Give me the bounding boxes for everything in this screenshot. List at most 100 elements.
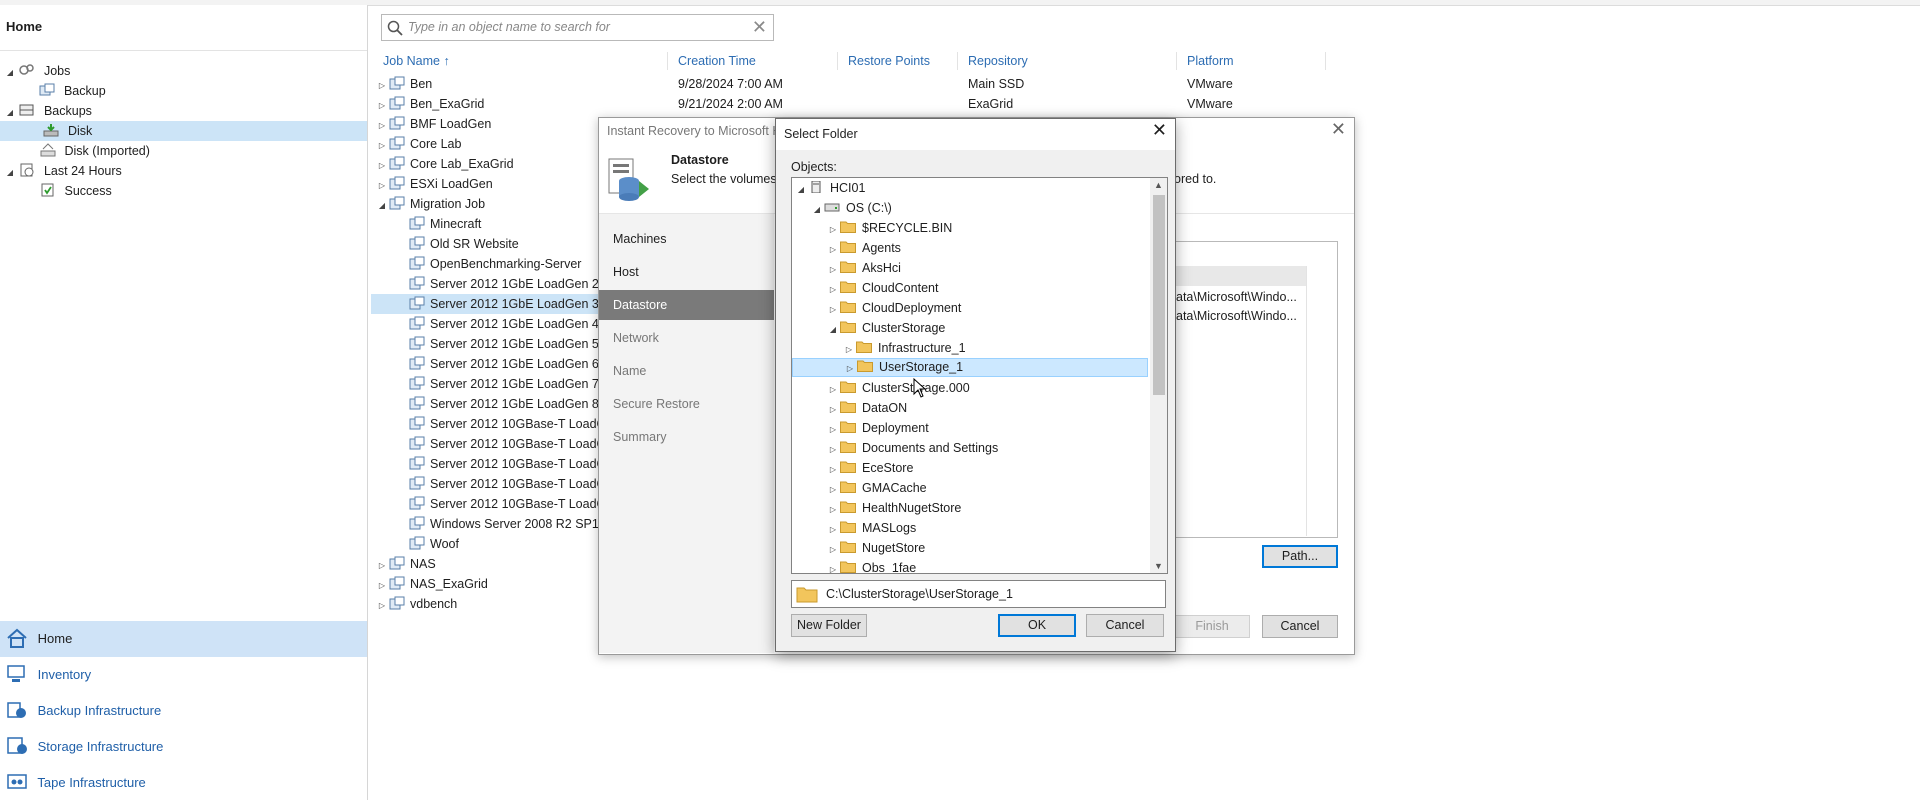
- expand-arrow-icon[interactable]: ▷: [826, 460, 840, 480]
- column-header-creation-time[interactable]: Creation Time: [678, 54, 756, 68]
- nav-inventory[interactable]: Inventory: [0, 657, 367, 693]
- expand-arrow-icon[interactable]: ▷: [826, 280, 840, 300]
- expand-arrow-icon[interactable]: ◢: [810, 200, 824, 220]
- expand-arrow-icon[interactable]: ▷: [826, 440, 840, 460]
- folder-tree-item[interactable]: ◢ HCI01: [792, 178, 1148, 198]
- tree-item-last-24-hours[interactable]: ◢ Last 24 Hours: [4, 161, 364, 181]
- grid-row[interactable]: ata\Microsoft\Windo...: [1176, 287, 1297, 307]
- expand-arrow-icon[interactable]: ▷: [826, 420, 840, 440]
- folder-tree-item[interactable]: ▷ AksHci: [792, 258, 1148, 278]
- backup-job-icon: [409, 476, 425, 490]
- expand-arrow-icon[interactable]: ▷: [375, 136, 389, 156]
- scrollbar-thumb[interactable]: [1153, 195, 1165, 395]
- folder-tree-item[interactable]: ◢ OS (C:\): [792, 198, 1148, 218]
- expand-arrow-icon[interactable]: ▷: [375, 556, 389, 576]
- table-row[interactable]: Server 2012 1GbE LoadGen 3: [371, 294, 599, 314]
- expand-arrow-icon[interactable]: ▷: [375, 176, 389, 196]
- expand-arrow-icon[interactable]: ▷: [375, 116, 389, 136]
- expand-arrow-icon[interactable]: ▷: [843, 360, 857, 377]
- clear-search-icon[interactable]: ✕: [752, 17, 767, 38]
- expand-arrow-icon[interactable]: ▷: [375, 76, 389, 96]
- expand-arrow-icon[interactable]: ◢: [4, 103, 16, 123]
- expand-arrow-icon[interactable]: ▷: [842, 340, 856, 360]
- grid-row[interactable]: ata\Microsoft\Windo...: [1176, 306, 1297, 326]
- tree-item-disk-imported[interactable]: Disk (Imported): [40, 141, 364, 161]
- expand-arrow-icon[interactable]: ▷: [826, 220, 840, 240]
- vertical-scrollbar[interactable]: ▲ ▼: [1150, 178, 1167, 573]
- finish-button[interactable]: Finish: [1174, 615, 1250, 638]
- folder-tree-item[interactable]: ▷ GMACache: [792, 478, 1148, 498]
- column-header-platform[interactable]: Platform: [1187, 54, 1234, 68]
- expand-arrow-icon[interactable]: ◢: [4, 163, 16, 183]
- folder-tree-item[interactable]: ▷ClusterStorage.000: [792, 378, 1148, 398]
- expand-arrow-icon[interactable]: ▷: [375, 576, 389, 596]
- folder-icon: [840, 521, 856, 533]
- folder-tree-item[interactable]: ▷ Obs_1fae: [792, 558, 1148, 573]
- path-button[interactable]: Path...: [1262, 545, 1338, 568]
- step-host[interactable]: Host: [613, 257, 773, 287]
- search-input[interactable]: Type in an object name to search for ✕: [381, 14, 774, 41]
- folder-tree-item[interactable]: ▷ Deployment: [792, 418, 1148, 438]
- column-header-restore-points[interactable]: Restore Points: [848, 54, 930, 68]
- step-secure-restore[interactable]: Secure Restore: [613, 389, 773, 419]
- folder-tree-item[interactable]: ▷ MASLogs: [792, 518, 1148, 538]
- expand-arrow-icon[interactable]: ▷: [826, 380, 840, 400]
- step-network[interactable]: Network: [613, 323, 773, 353]
- folder-tree-item[interactable]: ▷ DataON: [792, 398, 1148, 418]
- cancel-button[interactable]: Cancel: [1086, 614, 1164, 637]
- folder-tree-item[interactable]: ▷ Agents: [792, 238, 1148, 258]
- nav-home[interactable]: Home: [0, 621, 367, 657]
- expand-arrow-icon[interactable]: ▷: [375, 596, 389, 616]
- expand-arrow-icon[interactable]: ◢: [826, 320, 840, 340]
- expand-arrow-icon[interactable]: ▷: [375, 156, 389, 176]
- folder-tree-item[interactable]: ▷ CloudContent: [792, 278, 1148, 298]
- folder-tree-item[interactable]: ▷ EceStore: [792, 458, 1148, 478]
- expand-arrow-icon[interactable]: ▷: [826, 520, 840, 540]
- expand-arrow-icon[interactable]: ▷: [375, 96, 389, 116]
- tree-item-success[interactable]: Success: [40, 181, 364, 201]
- expand-arrow-icon[interactable]: ▷: [826, 540, 840, 560]
- folder-tree-item[interactable]: ▷ Infrastructure_1: [792, 338, 1148, 358]
- nav-tape-infrastructure[interactable]: Tape Infrastructure: [0, 765, 367, 801]
- expand-arrow-icon[interactable]: ▷: [826, 260, 840, 280]
- selected-path-field[interactable]: C:\ClusterStorage\UserStorage_1: [791, 580, 1166, 608]
- expand-arrow-icon[interactable]: ▷: [826, 240, 840, 260]
- nav-storage-infrastructure[interactable]: Storage Infrastructure: [0, 729, 367, 765]
- folder-tree-item[interactable]: ▷ CloudDeployment: [792, 298, 1148, 318]
- nav-backup-infrastructure[interactable]: Backup Infrastructure: [0, 693, 367, 729]
- folder-tree-item[interactable]: ▷ UserStorage_1: [792, 358, 1148, 377]
- expand-arrow-icon[interactable]: ▷: [826, 480, 840, 500]
- job-name: BMF LoadGen: [410, 117, 492, 131]
- wizard-cancel-button[interactable]: Cancel: [1262, 615, 1338, 638]
- expand-arrow-icon[interactable]: ▷: [826, 300, 840, 320]
- expand-arrow-icon[interactable]: ▷: [826, 400, 840, 420]
- step-datastore[interactable]: Datastore: [599, 290, 774, 320]
- close-icon[interactable]: ✕: [1152, 120, 1167, 141]
- step-summary[interactable]: Summary: [613, 422, 773, 452]
- column-header-job-name[interactable]: Job Name ↑: [383, 54, 450, 68]
- scroll-up-icon[interactable]: ▲: [1154, 180, 1163, 190]
- folder-tree-item[interactable]: ◢ ClusterStorage: [792, 318, 1148, 338]
- folder-tree-item[interactable]: ▷ HealthNugetStore: [792, 498, 1148, 518]
- tree-item-jobs[interactable]: ◢ Jobs: [4, 61, 364, 81]
- expand-arrow-icon[interactable]: ▷: [826, 500, 840, 520]
- ok-button[interactable]: OK: [998, 614, 1076, 637]
- expand-arrow-icon[interactable]: ◢: [794, 180, 808, 200]
- tree-item-disk[interactable]: Disk: [0, 121, 367, 141]
- new-folder-button[interactable]: New Folder: [791, 614, 867, 637]
- folder-tree-item[interactable]: ▷ Documents and Settings: [792, 438, 1148, 458]
- folder-tree-item[interactable]: ▷ NugetStore: [792, 538, 1148, 558]
- tree-item-backups[interactable]: ◢ Backups: [4, 101, 364, 121]
- step-machines[interactable]: Machines: [613, 224, 773, 254]
- tree-item-backup[interactable]: Backup: [24, 81, 364, 101]
- close-icon[interactable]: ✕: [1331, 119, 1346, 140]
- expand-arrow-icon[interactable]: ◢: [4, 63, 16, 83]
- expand-arrow-icon[interactable]: ▷: [826, 560, 840, 573]
- scroll-down-icon[interactable]: ▼: [1154, 561, 1163, 571]
- folder-label: ClusterStorage: [862, 321, 946, 335]
- column-separator: [1176, 52, 1177, 70]
- expand-arrow-icon[interactable]: ◢: [375, 196, 389, 216]
- folder-tree-item[interactable]: ▷ $RECYCLE.BIN: [792, 218, 1148, 238]
- step-name[interactable]: Name: [613, 356, 773, 386]
- column-header-repository[interactable]: Repository: [968, 54, 1028, 68]
